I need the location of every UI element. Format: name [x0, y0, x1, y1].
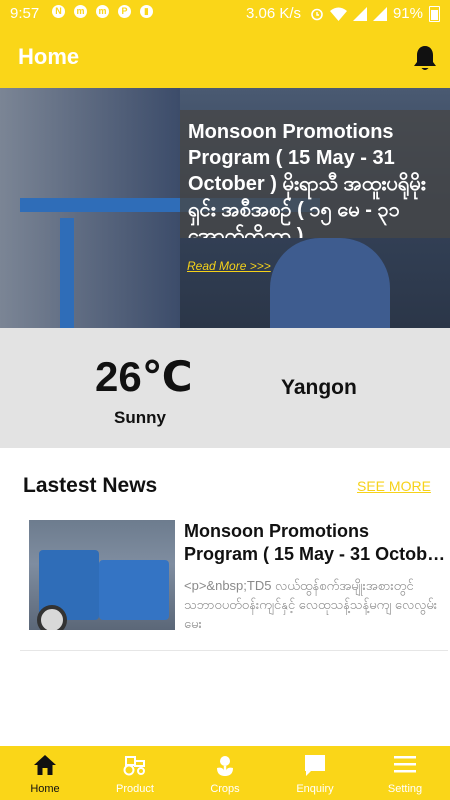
thumb-machine	[99, 560, 169, 620]
read-more-link[interactable]: Read More >>>	[187, 259, 271, 273]
weather-card: 26℃ Sunny Yangon	[0, 328, 450, 448]
status-icons: 91%	[310, 5, 440, 22]
tractor-icon	[123, 756, 145, 776]
nav-label: Crops	[210, 783, 240, 795]
nav-home[interactable]: Home	[0, 746, 90, 800]
battery-percent: 91%	[392, 5, 423, 22]
news-thumbnail	[29, 520, 175, 630]
bottom-nav: Home Product Crops Enquiry Setting	[0, 746, 450, 800]
news-title-line1: Monsoon Promotions	[184, 521, 369, 541]
weather-temperature: 26℃	[95, 353, 193, 400]
thumb-wheel	[37, 605, 67, 630]
nav-product[interactable]: Product	[90, 746, 180, 800]
nav-label: Setting	[387, 783, 423, 795]
home-icon	[34, 755, 56, 775]
menu-icon	[394, 756, 416, 773]
crops-icon	[217, 756, 233, 776]
news-title: Monsoon Promotions Program ( 15 May - 31…	[184, 520, 446, 566]
status-bar: 9:57 N m m P ▮ 3.06 K/s 91%	[0, 0, 450, 28]
nav-label: Product	[116, 783, 154, 795]
nav-setting[interactable]: Setting	[360, 746, 450, 800]
net-speed: 3.06 K/s	[246, 5, 302, 22]
sim-icon: ▮	[140, 5, 153, 18]
p-app-icon: P	[118, 5, 131, 18]
alarm-icon	[311, 8, 323, 20]
banner-photo-leg	[60, 218, 74, 328]
signal-icon	[352, 6, 367, 21]
net-speed-icon: N	[52, 5, 65, 18]
nav-enquiry[interactable]: Enquiry	[270, 746, 360, 800]
messenger-icon: m	[96, 5, 109, 18]
app-bar: Home	[0, 28, 450, 88]
news-excerpt: <p>&nbsp;TD5 လယ်ထွန်စက်အမျိုးအစားတွင် သဘ…	[184, 578, 438, 631]
status-time: 9:57	[10, 5, 40, 22]
nav-crops[interactable]: Crops	[180, 746, 270, 800]
nav-label: Enquiry	[296, 783, 334, 795]
messenger-icon: m	[74, 5, 87, 18]
signal-icon	[372, 6, 387, 21]
weather-condition: Sunny	[114, 408, 166, 427]
nav-label: Home	[30, 783, 60, 795]
news-heading: Lastest News	[23, 474, 158, 497]
promo-banner[interactable]: Monsoon Promotions Program ( 15 May - 31…	[0, 88, 450, 328]
page-title: Home	[18, 44, 80, 69]
bell-icon[interactable]	[412, 44, 438, 72]
battery-icon	[429, 5, 440, 22]
wifi-icon	[329, 7, 347, 21]
banner-photo-worker	[270, 238, 390, 328]
chat-icon	[305, 755, 325, 776]
notification-icons: N m m P ▮	[52, 5, 153, 18]
promo-title: Monsoon Promotions Program ( 15 May - 31…	[188, 121, 426, 238]
news-list-item[interactable]: Monsoon Promotions Program ( 15 May - 31…	[20, 512, 448, 651]
see-more-link[interactable]: SEE MORE	[357, 478, 431, 494]
promo-overlay: Monsoon Promotions Program ( 15 May - 31…	[180, 110, 450, 238]
news-title-line2: Program ( 15 May - 31 October )	[184, 544, 446, 564]
weather-city: Yangon	[281, 376, 357, 399]
